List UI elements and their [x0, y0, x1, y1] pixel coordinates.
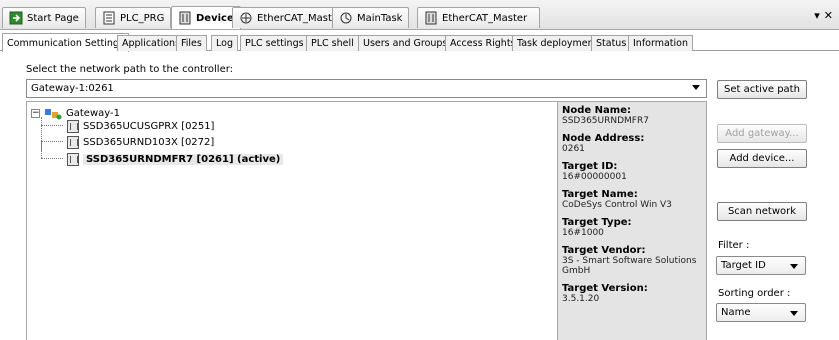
info-node-address: Node Address: 0261: [562, 133, 645, 154]
filter-value: Target ID: [721, 260, 766, 271]
device-icon: [67, 119, 79, 133]
chevron-down-icon[interactable]: [790, 311, 798, 316]
add-device-button[interactable]: Add device...: [717, 149, 807, 168]
device-tree: − Gateway-1 SSD365UCUSGPRX [0251] SSD365…: [26, 101, 557, 340]
tab-status[interactable]: Status: [591, 35, 632, 51]
tab-label: Device: [196, 12, 234, 24]
filter-select[interactable]: Target ID: [716, 256, 806, 275]
device-info-panel: Node Name: SSD365URNDMFR7 Node Address: …: [557, 101, 707, 340]
tab-start-page[interactable]: Start Page: [2, 7, 86, 28]
network-path-select[interactable]: Gateway-1:0261: [26, 79, 707, 98]
tree-node-device[interactable]: SSD365UCUSGPRX [0251]: [67, 118, 214, 134]
chevron-down-icon[interactable]: [790, 264, 798, 269]
add-gateway-button[interactable]: Add gateway...: [717, 124, 807, 143]
info-target-vendor: Target Vendor: 3S - Smart Software Solut…: [562, 245, 697, 276]
tree-connector: [41, 141, 63, 142]
tree-node-device[interactable]: SSD365URND103X [0272]: [67, 134, 214, 150]
tab-plc-shell[interactable]: PLC shell: [306, 35, 359, 51]
tab-maintask[interactable]: MainTask: [332, 7, 410, 28]
tab-strip-controls: ▾ ✕: [814, 9, 833, 22]
document-icon: [102, 11, 116, 25]
tree-connector: [41, 158, 63, 159]
collapse-icon[interactable]: −: [31, 108, 40, 118]
device-icon: [67, 152, 79, 166]
device-icon: [424, 11, 438, 25]
tab-access-rights[interactable]: Access Rights: [445, 35, 521, 51]
tree-connector: [41, 142, 42, 158]
tab-label: EtherCAT_Master: [442, 12, 528, 24]
tab-log[interactable]: Log: [211, 35, 238, 51]
task-icon: [339, 11, 353, 25]
tab-task-deployment[interactable]: Task deployment: [512, 35, 603, 51]
sorting-order-select[interactable]: Name: [716, 303, 806, 322]
set-active-path-button[interactable]: Set active path: [717, 80, 807, 99]
info-target-version: Target Version: 3.5.1.20: [562, 283, 648, 304]
gateway-label: Gateway-1: [66, 107, 120, 119]
info-target-type: Target Type: 16#1000: [562, 217, 632, 238]
tab-applications[interactable]: Applications: [117, 35, 186, 51]
tab-label: EtherCAT_Master: [257, 12, 343, 24]
tab-information[interactable]: Information: [628, 35, 693, 51]
tab-plc-settings[interactable]: PLC settings: [240, 35, 309, 51]
ethercat-icon: [239, 11, 253, 25]
tab-users-and-groups[interactable]: Users and Groups: [358, 35, 453, 51]
device-label: SSD365URND103X [0272]: [83, 136, 215, 148]
close-icon[interactable]: ✕: [824, 9, 833, 22]
chevron-down-icon[interactable]: ▾: [814, 9, 820, 22]
tree-connector: [41, 125, 63, 126]
sorting-order-label: Sorting order :: [718, 288, 791, 299]
chevron-down-icon[interactable]: [692, 85, 700, 90]
settings-tab-strip: Communication Settings Applications File…: [0, 33, 839, 52]
network-path-value: Gateway-1:0261: [31, 83, 114, 94]
filter-label: Filter :: [718, 240, 750, 251]
tab-ethercat-master-2[interactable]: EtherCAT_Master: [417, 7, 540, 28]
tab-files[interactable]: Files: [176, 35, 207, 51]
tree-node-device-active[interactable]: SSD365URNDMFR7 [0261] (active): [67, 151, 284, 167]
tab-communication-settings[interactable]: Communication Settings: [2, 33, 129, 52]
gateway-icon: [44, 107, 62, 120]
tab-label: PLC_PRG: [120, 12, 165, 24]
info-target-name: Target Name: CoDeSys Control Win V3: [562, 189, 672, 210]
scan-network-button[interactable]: Scan network: [717, 202, 807, 221]
device-icon: [67, 135, 79, 149]
start-page-icon: [9, 11, 23, 25]
info-target-id: Target ID: 16#00000001: [562, 161, 627, 182]
device-label: SSD365URNDMFR7 [0261] (active): [83, 153, 284, 165]
tab-plc-prg[interactable]: PLC_PRG: [95, 7, 172, 28]
document-tab-strip: Start Page PLC_PRG Device EtherCAT_Maste…: [0, 0, 839, 30]
info-node-name: Node Name: SSD365URNDMFR7: [562, 105, 649, 126]
network-path-label: Select the network path to the controlle…: [26, 64, 234, 75]
tab-label: MainTask: [357, 12, 403, 24]
tab-label: Start Page: [27, 12, 79, 24]
tab-device[interactable]: Device: [171, 6, 241, 29]
sorting-order-value: Name: [721, 307, 751, 318]
device-icon: [178, 11, 192, 25]
device-label: SSD365UCUSGPRX [0251]: [83, 120, 215, 132]
